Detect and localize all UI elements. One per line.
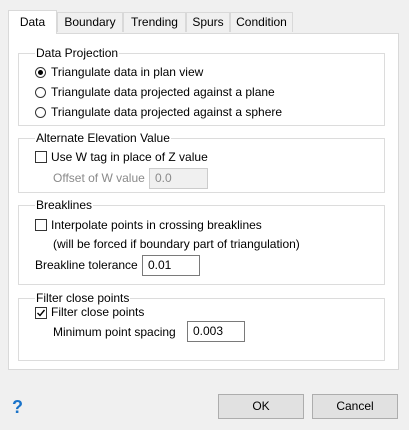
tab-label: Data [19, 15, 46, 29]
tab-label: Boundary [64, 15, 116, 29]
alternate-elevation-title: Alternate Elevation Value [35, 131, 171, 145]
radio-plan-view[interactable] [35, 67, 46, 78]
tab-panel-data: Data Projection Triangulate data in plan… [8, 33, 399, 370]
filter-close-points-label[interactable]: Filter close points [51, 304, 144, 320]
tab-label: Condition [236, 15, 287, 29]
tab-data[interactable]: Data [8, 10, 57, 34]
tab-condition[interactable]: Condition [230, 12, 293, 32]
interpolate-label[interactable]: Interpolate points in crossing breakline… [51, 217, 262, 233]
min-point-spacing-label: Minimum point spacing [53, 325, 176, 339]
tab-spurs[interactable]: Spurs [186, 12, 230, 32]
filter-close-points-checkbox[interactable] [35, 307, 47, 319]
min-point-spacing-input[interactable]: 0.003 [187, 321, 245, 342]
offset-w-label: Offset of W value [53, 171, 145, 185]
radio-plan-view-label[interactable]: Triangulate data in plan view [51, 64, 203, 80]
use-w-tag-checkbox[interactable] [35, 151, 47, 163]
tab-boundary[interactable]: Boundary [57, 12, 123, 32]
help-icon[interactable]: ? [12, 398, 23, 416]
offset-w-input[interactable]: 0.0 [149, 168, 208, 189]
cancel-button[interactable]: Cancel [312, 394, 398, 419]
interpolate-checkbox[interactable] [35, 219, 47, 231]
use-w-tag-label[interactable]: Use W tag in place of Z value [51, 149, 208, 165]
breakline-tolerance-input[interactable]: 0.01 [142, 255, 200, 276]
tab-label: Spurs [192, 15, 224, 29]
radio-plane[interactable] [35, 87, 46, 98]
filter-title: Filter close points [35, 291, 131, 305]
checkmark-icon [37, 309, 46, 317]
boundary-note: (will be forced if boundary part of tria… [53, 237, 300, 251]
breaklines-title: Breaklines [35, 198, 94, 212]
data-projection-title: Data Projection [35, 46, 120, 60]
radio-plane-label[interactable]: Triangulate data projected against a pla… [51, 84, 275, 100]
radio-sphere-label[interactable]: Triangulate data projected against a sph… [51, 104, 282, 120]
ok-button[interactable]: OK [218, 394, 304, 419]
tab-trending[interactable]: Trending [123, 12, 186, 32]
tab-label: Trending [131, 15, 178, 29]
radio-sphere[interactable] [35, 107, 46, 118]
breakline-tolerance-label: Breakline tolerance [35, 258, 138, 272]
